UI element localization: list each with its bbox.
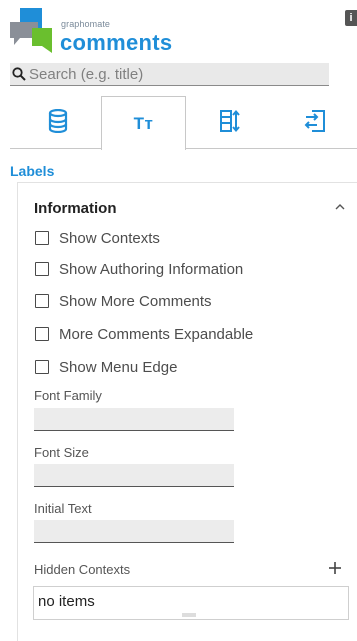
tab-layout[interactable] (187, 94, 272, 148)
search-bar (10, 63, 329, 86)
checkbox-show-more-comments[interactable]: Show More Comments (35, 291, 212, 311)
app-logo: graphomate comments (10, 8, 180, 58)
comments-logo-icon (10, 8, 52, 53)
chevron-up-icon[interactable] (334, 201, 346, 213)
tab-divider (10, 148, 101, 149)
checkbox-label: Show Contexts (59, 229, 160, 247)
hidden-contexts-label: Hidden Contexts (34, 562, 131, 577)
tab-divider (186, 148, 357, 149)
tab-bar: Tт (0, 94, 357, 150)
tab-export[interactable] (272, 94, 357, 148)
checkbox-show-menu-edge[interactable]: Show Menu Edge (35, 357, 177, 377)
checkbox-label: More Comments Expandable (59, 325, 254, 343)
checkbox-more-comments-expandable[interactable]: More Comments Expandable (35, 324, 253, 344)
search-input[interactable] (29, 65, 319, 83)
brand-company: graphomate (61, 19, 111, 29)
tab-labels[interactable]: Tт (101, 96, 186, 150)
initial-text-label: Initial Text (34, 501, 92, 516)
search-icon (12, 67, 26, 81)
resize-handle-icon[interactable] (182, 613, 196, 617)
empty-list-text: no items (38, 593, 95, 610)
database-icon (48, 109, 67, 133)
font-family-input[interactable] (34, 408, 234, 431)
hidden-contexts-list[interactable]: no items (33, 586, 349, 620)
plus-icon[interactable] (328, 561, 342, 575)
checkbox[interactable] (35, 327, 49, 341)
checkbox-label: Show Menu Edge (59, 358, 178, 376)
import-export-icon (304, 110, 325, 132)
tab-data[interactable] (15, 94, 100, 148)
checkbox-show-authoring-information[interactable]: Show Authoring Information (35, 259, 243, 279)
checkbox[interactable] (35, 262, 49, 276)
checkbox[interactable] (35, 294, 49, 308)
font-family-label: Font Family (34, 388, 102, 403)
font-size-input[interactable] (34, 464, 234, 487)
checkbox-show-contexts[interactable]: Show Contexts (35, 228, 160, 248)
info-badge[interactable]: i (345, 10, 357, 26)
section-title: Labels (10, 163, 55, 179)
panel-title: Information (34, 200, 117, 217)
checkbox[interactable] (35, 231, 49, 245)
text-format-icon: Tт (133, 113, 154, 133)
checkbox-label: Show Authoring Information (59, 260, 244, 278)
font-size-label: Font Size (34, 445, 89, 460)
columns-sort-icon (219, 109, 240, 133)
brand-product: comments (60, 30, 173, 55)
checkbox-label: Show More Comments (59, 292, 212, 310)
initial-text-input[interactable] (34, 520, 234, 543)
checkbox[interactable] (35, 360, 49, 374)
